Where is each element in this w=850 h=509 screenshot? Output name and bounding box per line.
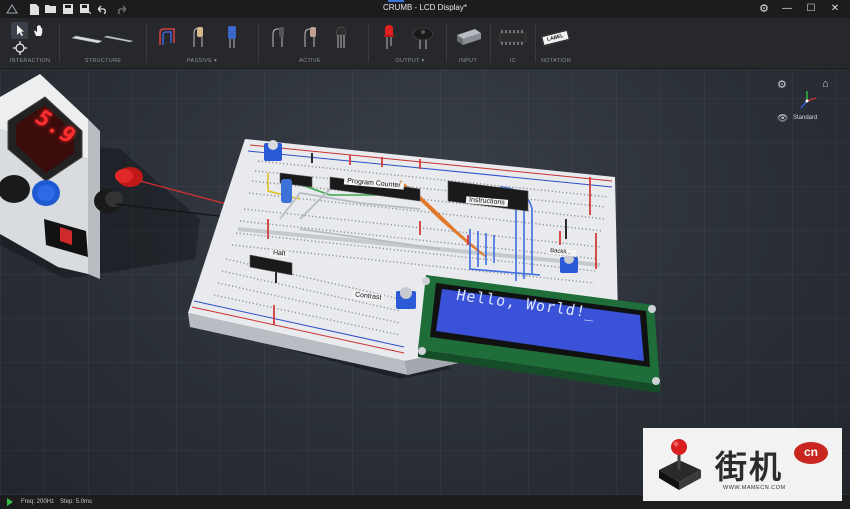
switch-tool[interactable] [455, 27, 483, 52]
open-folder-icon[interactable] [45, 3, 57, 15]
component-toolbar: INTERACTION STRUCTURE PASSIVE ▾ ACTIVE O… [0, 18, 850, 69]
watermark-badge: cn [794, 442, 828, 464]
toolbar-divider [146, 24, 147, 62]
settings-gear-icon[interactable]: ⚙ [758, 3, 770, 15]
save-as-icon[interactable] [79, 3, 91, 15]
maximize-button[interactable]: ☐ [801, 2, 821, 16]
select-tool-button[interactable] [11, 22, 28, 39]
breadboard-strip-icon [71, 35, 103, 44]
group-label-notation: NOTATION [541, 58, 571, 64]
title-bar: CRUMB - LCD Display* ⚙ — ☐ ✕ [0, 0, 850, 18]
watermark-text: 街机 [715, 448, 784, 486]
buzzer-tool[interactable] [412, 24, 434, 55]
wire-bundle-icon [159, 28, 175, 45]
resistor-icon [193, 27, 203, 47]
step-status: Step: 5.0ms [60, 499, 93, 505]
buzzer-icon [412, 27, 434, 49]
led-icon [384, 25, 394, 49]
group-label-input: INPUT [459, 58, 477, 64]
minimize-button[interactable]: — [777, 2, 797, 16]
close-button[interactable]: ✕ [825, 2, 845, 16]
zener-diode-icon [304, 27, 316, 47]
halt-label: Halt [269, 249, 289, 258]
pointer-arrow-icon [17, 25, 24, 36]
label-tag-text: LABEL [546, 33, 565, 43]
ic-chip-icon [499, 30, 527, 45]
toolbar-divider [446, 24, 447, 62]
transistor-icon [335, 26, 347, 48]
crosshair-icon [13, 41, 27, 55]
active-indicator [388, 0, 404, 2]
diode-tool[interactable] [270, 26, 286, 53]
undo-icon[interactable] [97, 3, 109, 15]
view-mode-label[interactable]: Standard [793, 115, 817, 121]
lcd-pcb [418, 275, 660, 393]
group-label-structure: STRUCTURE [84, 58, 122, 64]
breadboard-tool[interactable] [71, 32, 104, 50]
resistor-tool[interactable] [190, 25, 206, 54]
toolbar-divider [59, 24, 60, 62]
toolbar-divider [490, 24, 491, 62]
led-tool[interactable] [383, 24, 395, 55]
axis-gizmo[interactable] [795, 89, 819, 113]
watermark-url: WWW.MAMECN.COM [723, 485, 786, 491]
frequency-status: Freq: 200Hz [21, 499, 55, 505]
joystick-logo-icon [659, 439, 701, 490]
group-label-passive[interactable]: PASSIVE ▾ [172, 58, 232, 64]
toolbar-divider [258, 24, 259, 62]
capacitor-icon [228, 26, 236, 48]
redo-icon[interactable] [115, 3, 127, 15]
eye-icon[interactable]: 👁 [777, 113, 788, 124]
app-logo-icon [6, 3, 18, 15]
wire-tool[interactable] [157, 25, 179, 52]
toolbar-divider [368, 24, 369, 62]
transistor-tool[interactable] [334, 25, 348, 54]
rail-strip-icon [103, 35, 134, 43]
lcd-module[interactable]: Hello, World!_ [412, 267, 668, 395]
watermark: 街机 cn WWW.MAMECN.COM [643, 428, 842, 501]
wire-strip-tool[interactable] [103, 32, 134, 50]
group-label-ic: IC [509, 58, 517, 64]
diode-icon [272, 27, 284, 47]
capacitor-tool[interactable] [225, 25, 239, 54]
target-tool-button[interactable] [13, 41, 27, 55]
view-settings-gear-icon[interactable]: ⚙ [777, 78, 787, 91]
new-file-icon[interactable] [28, 3, 40, 15]
home-view-icon[interactable]: ⌂ [822, 78, 829, 90]
save-icon[interactable] [62, 3, 74, 15]
window-title: CRUMB - LCD Display* [382, 3, 467, 12]
label-tool[interactable]: LABEL [541, 29, 570, 47]
group-label-output[interactable]: OUTPUT ▾ [385, 58, 435, 64]
play-icon[interactable] [7, 498, 13, 506]
hand-tool-button[interactable] [31, 23, 46, 38]
label-tag-icon: LABEL [541, 29, 570, 47]
zener-diode-tool[interactable] [302, 26, 318, 53]
ic-chip-tool[interactable] [498, 30, 528, 51]
hand-icon [34, 25, 43, 36]
slide-switch-icon [457, 29, 481, 45]
group-label-active: ACTIVE [299, 58, 321, 64]
toolbar-divider [535, 24, 536, 62]
group-label-interaction: INTERACTION [9, 58, 51, 64]
